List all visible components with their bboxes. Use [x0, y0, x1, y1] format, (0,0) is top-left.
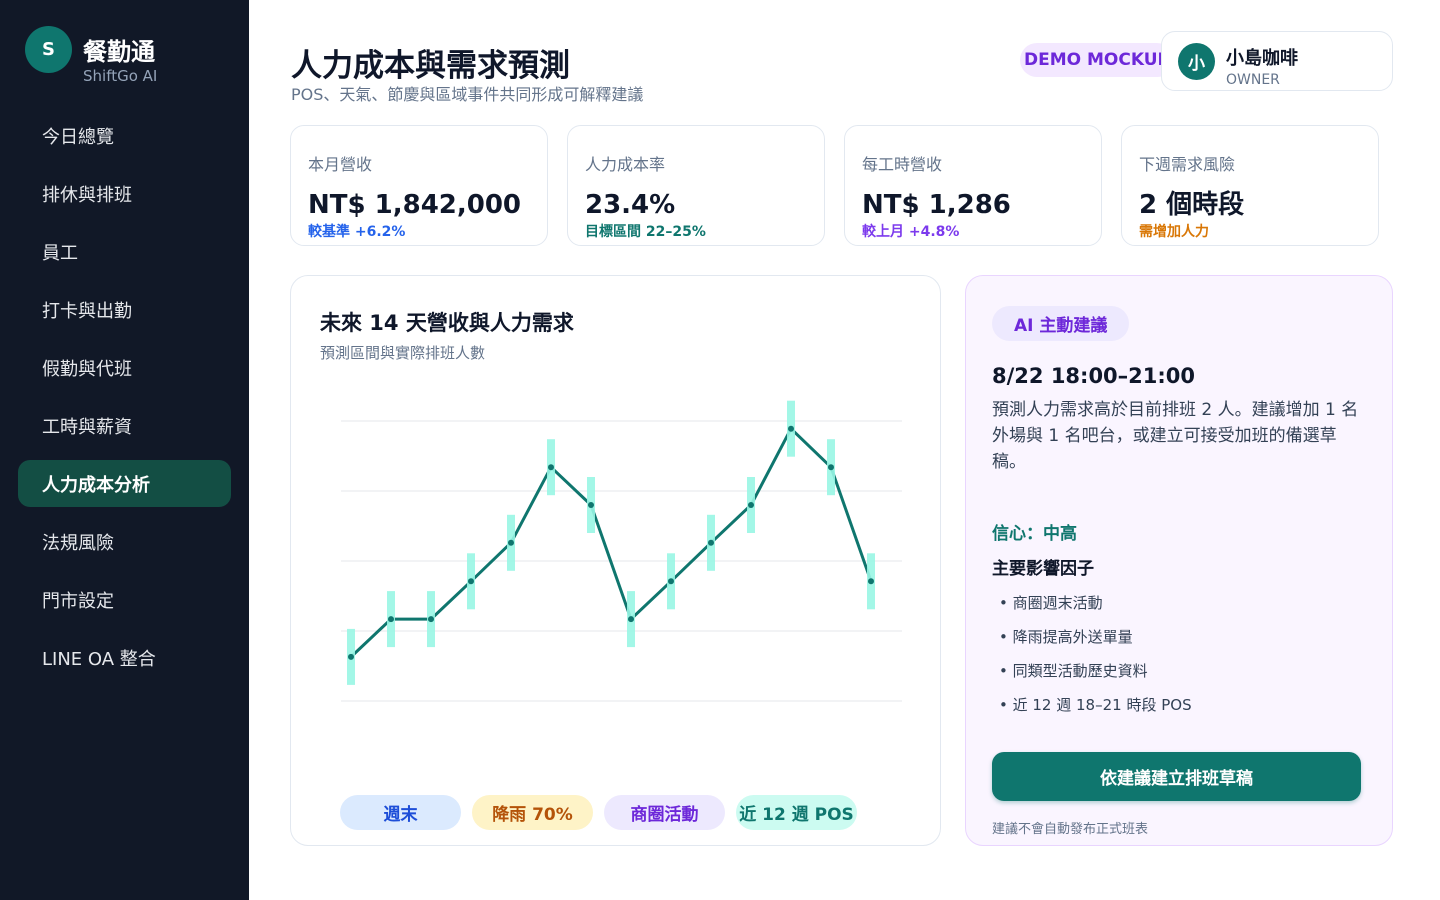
kpi-label: 本月營收	[308, 155, 373, 174]
chart-point	[828, 464, 834, 471]
chart-point	[668, 578, 674, 585]
create-schedule-draft-button[interactable]: 依建議建立排班草稿	[992, 752, 1361, 801]
sidebar-item-employees[interactable]: 員工	[18, 228, 231, 275]
recommendation-description: 預測人力需求高於目前排班 2 人。建議增加 1 名外場與 1 名吧台，或建立可接…	[992, 400, 1359, 472]
chart-point	[748, 502, 754, 508]
kpi-label: 下週需求風險	[1139, 155, 1236, 174]
chip-pos-history[interactable]: 近 12 週 POS	[736, 795, 857, 830]
factor-item: • 近 12 週 18–21 時段 POS	[999, 696, 1192, 714]
kpi-delta: 目標區間 22–25%	[585, 224, 706, 240]
page-subtitle: POS、天氣、節慶與區域事件共同形成可解釋建議	[291, 85, 644, 104]
kpi-card-revenue: 本月營收 NT$ 1,842,000 較基準 +6.2%	[290, 125, 548, 246]
chart-point	[388, 616, 394, 623]
chip-weekend[interactable]: 週末	[340, 795, 461, 830]
forecast-chart	[341, 400, 902, 702]
sidebar-item-leave[interactable]: 假勤與代班	[18, 344, 231, 391]
confidence-label: 信心：中高	[992, 524, 1077, 544]
kpi-label: 每工時營收	[862, 155, 943, 174]
chart-point	[468, 578, 474, 585]
sidebar-item-store-settings[interactable]: 門市設定	[18, 576, 231, 623]
user-role: OWNER	[1226, 72, 1280, 88]
brand-logo: S	[25, 26, 72, 73]
chip-rain[interactable]: 降雨 70%	[472, 795, 593, 830]
sidebar-item-payroll[interactable]: 工時與薪資	[18, 402, 231, 449]
recommendation-note: 建議不會自動發布正式班表	[992, 822, 1149, 837]
kpi-value: NT$ 1,842,000	[308, 190, 522, 220]
sidebar-item-overview[interactable]: 今日總覽	[18, 112, 231, 159]
sidebar-item-attendance[interactable]: 打卡與出勤	[18, 286, 231, 333]
kpi-delta: 較上月 +4.8%	[862, 224, 960, 240]
sidebar-item-scheduling[interactable]: 排休與排班	[18, 170, 231, 217]
factors-list: • 商圈週末活動 • 降雨提高外送單量 • 同類型活動歷史資料 • 近 12 週…	[999, 593, 1192, 729]
kpi-label: 人力成本率	[585, 155, 666, 174]
page-title: 人力成本與需求預測	[291, 48, 570, 84]
sidebar-item-line-oa[interactable]: LINE OA 整合	[18, 634, 231, 681]
kpi-value: 23.4%	[585, 190, 676, 220]
chart-point	[588, 502, 594, 508]
brand-subtitle: ShiftGo AI	[83, 67, 158, 85]
sidebar-item-compliance[interactable]: 法規風險	[18, 518, 231, 565]
kpi-card-demand-risk: 下週需求風險 2 個時段 需增加人力	[1121, 125, 1379, 246]
sidebar-nav: 今日總覽 排休與排班 員工 打卡與出勤 假勤與代班 工時與薪資 人力成本分析 法…	[18, 112, 231, 692]
kpi-value: 2 個時段	[1139, 190, 1245, 220]
brand: S 餐勤通 ShiftGo AI	[25, 26, 157, 86]
factor-item: • 商圈週末活動	[999, 594, 1103, 612]
recommendation-time: 8/22 18:00–21:00	[992, 364, 1196, 388]
factor-chips: 週末 降雨 70% 商圈活動 近 12 週 POS	[340, 795, 868, 830]
kpi-delta: 需增加人力	[1139, 224, 1209, 240]
chart-point	[548, 464, 554, 471]
brand-name: 餐勤通	[83, 38, 155, 66]
chart-point	[348, 653, 354, 660]
ai-recommendation-card: AI 主動建議 8/22 18:00–21:00 預測人力需求高於目前排班 2 …	[965, 275, 1393, 846]
demo-badge: DEMO MOCKUP	[1020, 43, 1174, 77]
chart-point	[788, 425, 794, 432]
user-name: 小島咖啡	[1226, 48, 1298, 69]
kpi-delta: 較基準 +6.2%	[308, 224, 406, 240]
ai-badge: AI 主動建議	[992, 306, 1130, 341]
avatar: 小	[1178, 43, 1215, 80]
forecast-chart-card: 未來 14 天營收與人力需求 預測區間與實際排班人數 週末 降雨 70% 商圈活…	[290, 275, 941, 846]
kpi-card-revenue-per-hour: 每工時營收 NT$ 1,286 較上月 +4.8%	[844, 125, 1102, 246]
chart-point	[508, 539, 514, 546]
chart-point	[428, 616, 434, 623]
factors-title: 主要影響因子	[992, 559, 1094, 579]
chart-point	[868, 578, 874, 585]
chart-point	[708, 539, 714, 546]
sidebar-item-labor-cost[interactable]: 人力成本分析	[18, 460, 231, 507]
chip-district-event[interactable]: 商圈活動	[604, 795, 725, 830]
kpi-card-labor-rate: 人力成本率 23.4% 目標區間 22–25%	[567, 125, 825, 246]
factor-item: • 降雨提高外送單量	[999, 628, 1133, 646]
sidebar: S 餐勤通 ShiftGo AI 今日總覽 排休與排班 員工 打卡與出勤 假勤與…	[0, 0, 249, 900]
kpi-value: NT$ 1,286	[862, 190, 1011, 220]
factor-item: • 同類型活動歷史資料	[999, 662, 1148, 680]
chart-point	[628, 616, 634, 623]
user-menu[interactable]: 小 小島咖啡 OWNER	[1161, 31, 1393, 91]
